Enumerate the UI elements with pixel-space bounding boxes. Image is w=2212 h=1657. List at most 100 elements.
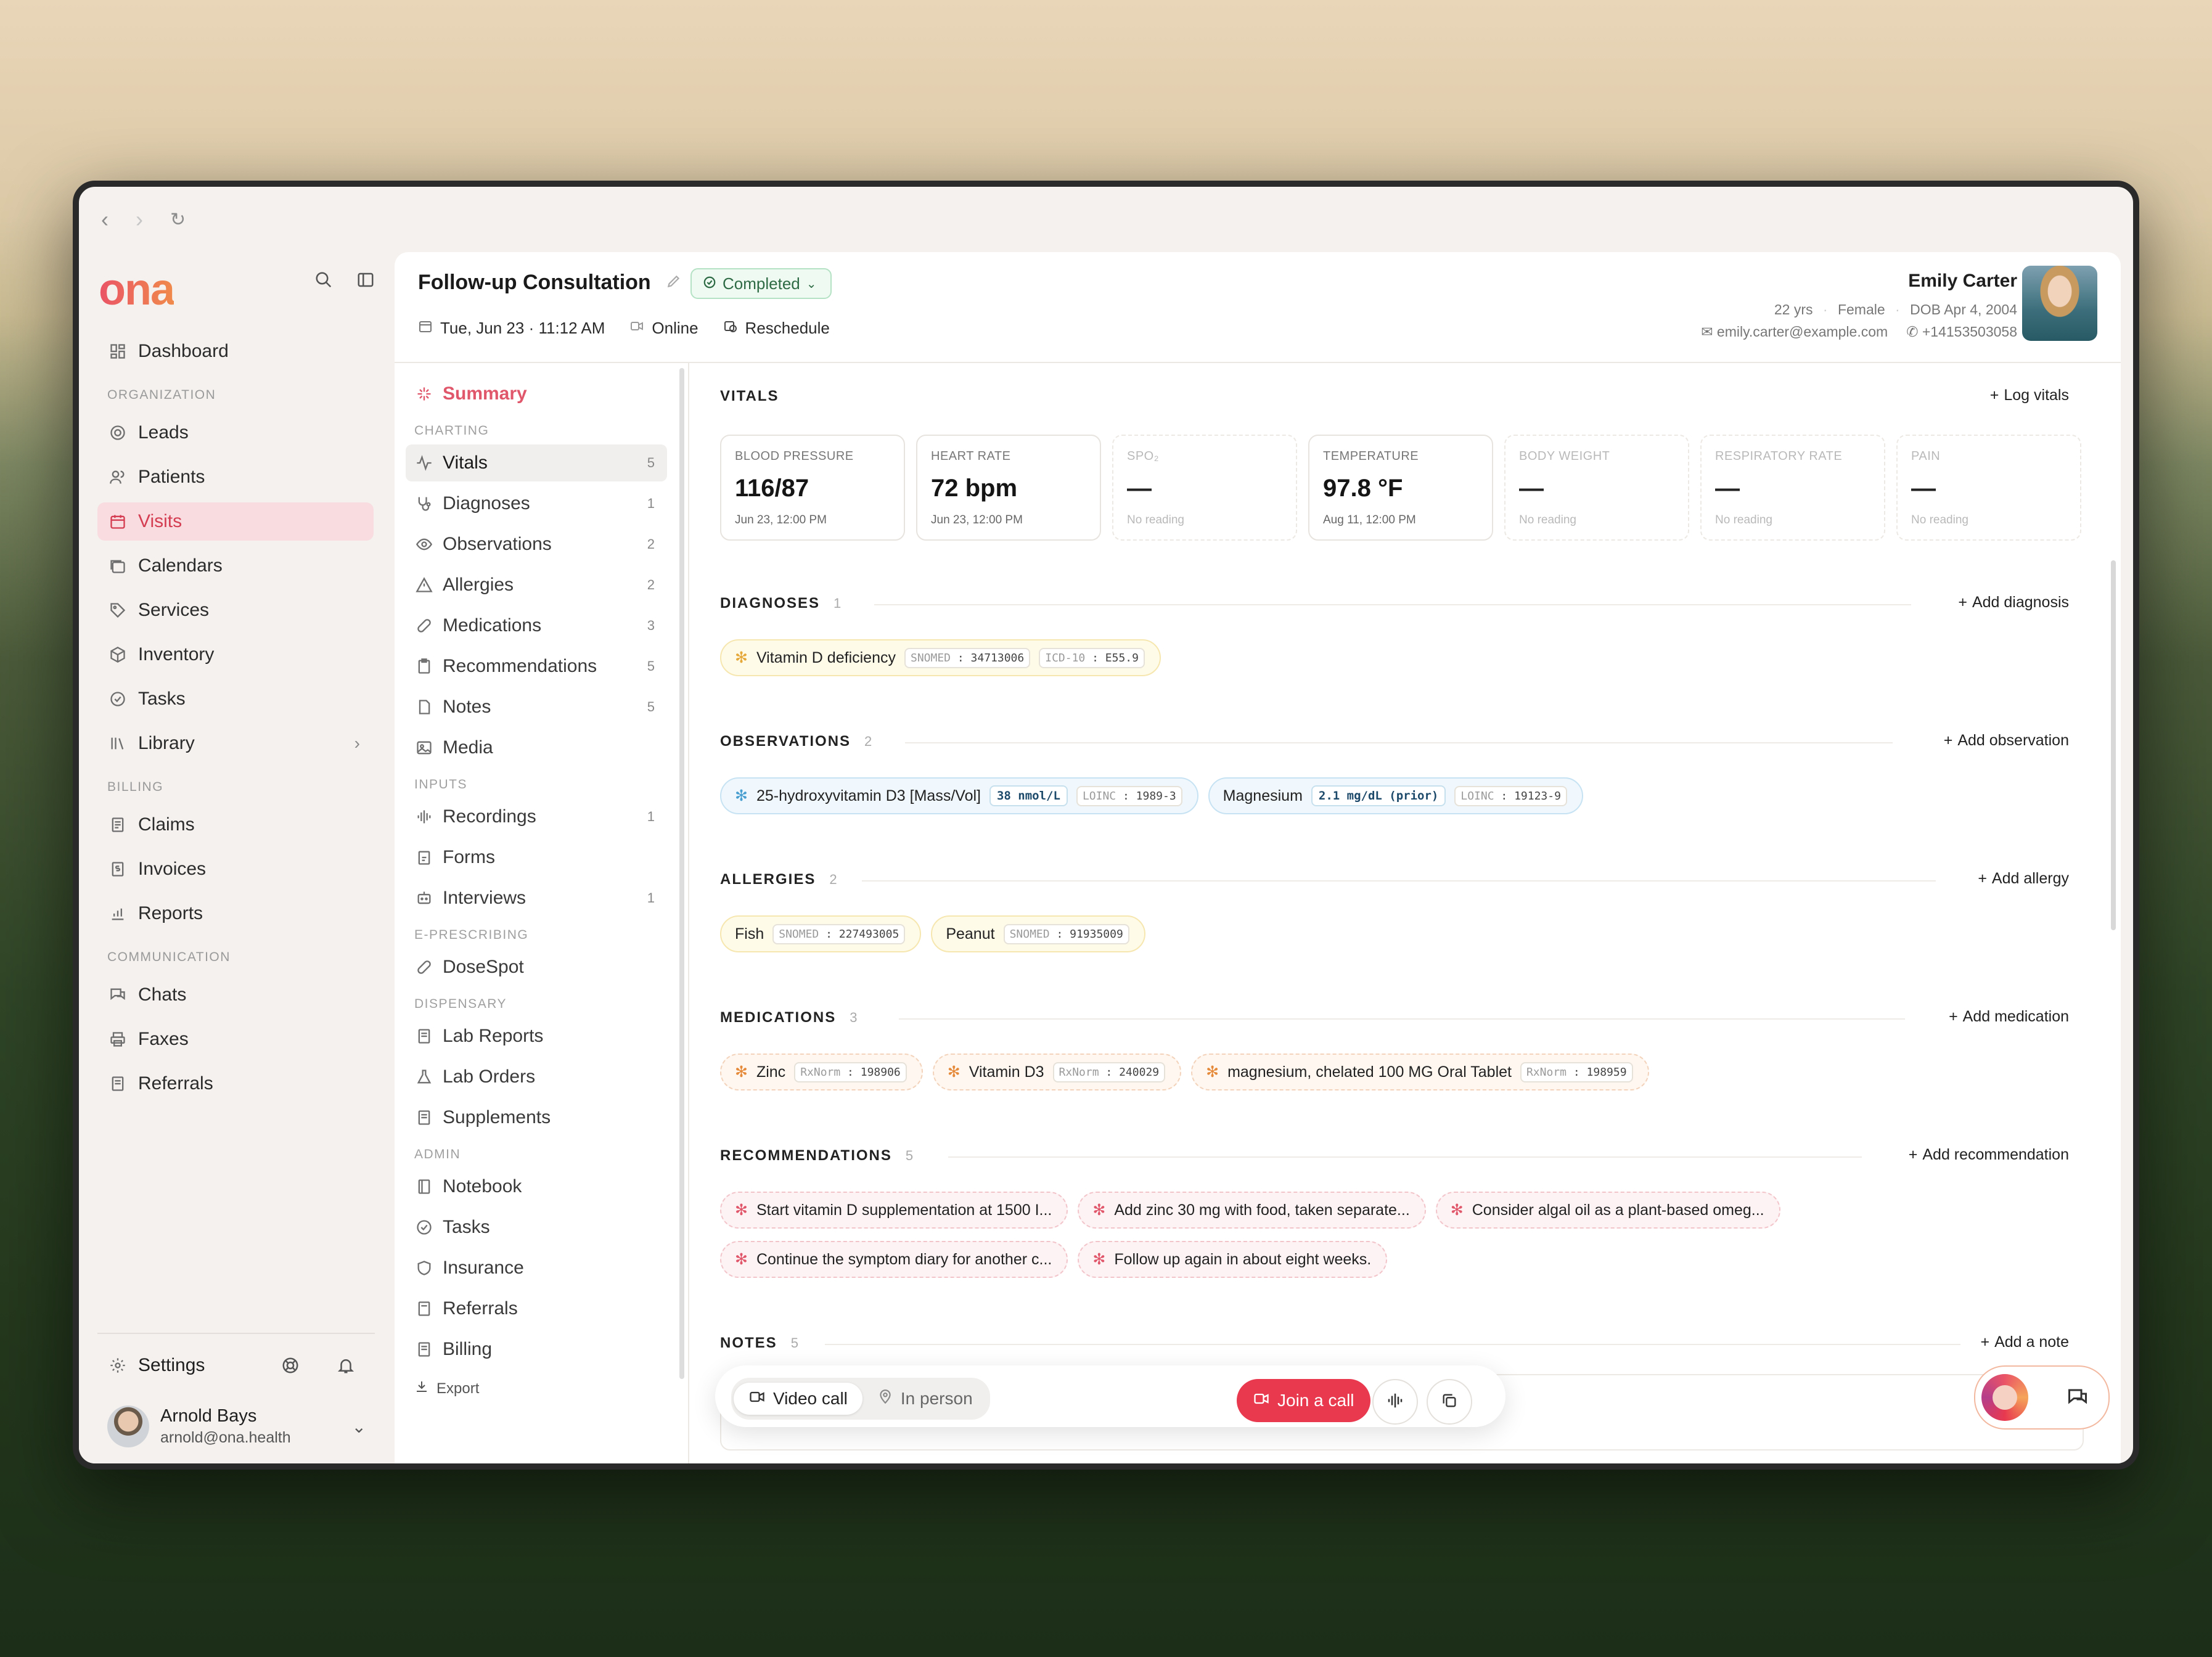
recommendation-chip[interactable]: ✻ Continue the symptom diary for another… xyxy=(720,1241,1068,1278)
vital-timestamp: No reading xyxy=(1519,513,1576,526)
nav-faxes[interactable]: Faxes xyxy=(97,1020,374,1058)
add-note-button[interactable]: + Add a note xyxy=(1980,1333,2069,1351)
nav-calendars[interactable]: Calendars xyxy=(97,547,374,585)
nav-patients[interactable]: Patients xyxy=(97,458,374,496)
section-title: OBSERVATIONS xyxy=(720,733,851,750)
nav-reports[interactable]: Reports xyxy=(97,894,374,933)
bell-icon[interactable] xyxy=(335,1355,356,1376)
subnav-dosespot[interactable]: DoseSpot xyxy=(406,949,667,986)
add-observation-button[interactable]: + Add observation xyxy=(1944,732,2069,750)
subnav-allergies[interactable]: Allergies 2 xyxy=(406,567,667,603)
vital-card-spo2[interactable]: SPO₂ — No reading xyxy=(1112,435,1297,541)
subnav-vitals[interactable]: Vitals 5 xyxy=(406,444,667,481)
subnav-interviews[interactable]: Interviews 1 xyxy=(406,880,667,917)
add-recommendation-button[interactable]: + Add recommendation xyxy=(1909,1146,2069,1164)
vital-card-heart-rate[interactable]: HEART RATE 72 bpm Jun 23, 12:00 PM xyxy=(916,435,1101,541)
recommendation-chip[interactable]: ✻ Add zinc 30 mg with food, taken separa… xyxy=(1078,1192,1426,1229)
subnav-observations[interactable]: Observations 2 xyxy=(406,526,667,563)
nav-dashboard[interactable]: Dashboard xyxy=(97,332,374,370)
video-call-option[interactable]: Video call xyxy=(734,1383,862,1415)
subnav-tasks[interactable]: Tasks xyxy=(406,1209,667,1246)
nav-visits[interactable]: Visits xyxy=(97,502,374,541)
subnav-forms[interactable]: Forms xyxy=(406,839,667,876)
add-medication-button[interactable]: + Add medication xyxy=(1949,1008,2069,1026)
allergy-chip[interactable]: Peanut SNOMED : 91935009 xyxy=(931,915,1145,952)
copy-button[interactable] xyxy=(1427,1379,1472,1425)
recommendations-heading: RECOMMENDATIONS 5 xyxy=(720,1147,913,1164)
log-vitals-button[interactable]: + Log vitals xyxy=(1990,387,2069,404)
recommendation-chip[interactable]: ✻ Follow up again in about eight weeks. xyxy=(1078,1241,1388,1278)
nav-services[interactable]: Services xyxy=(97,591,374,629)
nav-label: Dashboard xyxy=(138,341,229,361)
scrollbar[interactable] xyxy=(2111,560,2116,930)
subnav-notebook[interactable]: Notebook xyxy=(406,1168,667,1205)
nav-leads[interactable]: Leads xyxy=(97,414,374,452)
subnav-notes[interactable]: Notes 5 xyxy=(406,689,667,726)
patient-name[interactable]: Emily Carter xyxy=(1908,271,2017,292)
assistant-orb-icon[interactable] xyxy=(1981,1374,2028,1421)
patient-email[interactable]: emily.carter@example.com xyxy=(1717,324,1888,340)
reload-icon[interactable]: ↻ xyxy=(170,209,186,231)
subnav-lab-reports[interactable]: Lab Reports xyxy=(406,1018,667,1055)
vital-card-pain[interactable]: PAIN — No reading xyxy=(1896,435,2081,541)
forward-icon[interactable]: › xyxy=(136,207,143,232)
recommendation-chip[interactable]: ✻ Start vitamin D supplementation at 150… xyxy=(720,1192,1068,1229)
subnav-recordings[interactable]: Recordings 1 xyxy=(406,798,667,835)
nav-referrals[interactable]: Referrals xyxy=(97,1065,374,1103)
subnav-label: Forms xyxy=(443,847,495,867)
subnav-referrals[interactable]: Referrals xyxy=(406,1290,667,1327)
chip-label: 25-hydroxyvitamin D3 [Mass/Vol] xyxy=(756,787,981,804)
subnav-lab-orders[interactable]: Lab Orders xyxy=(406,1058,667,1095)
user-menu[interactable]: Arnold Bays arnold@ona.health ⌄ xyxy=(97,1405,375,1447)
join-call-button[interactable]: Join a call xyxy=(1237,1379,1370,1422)
nav-inventory[interactable]: Inventory xyxy=(97,636,374,674)
chevron-down-icon[interactable]: ⌄ xyxy=(352,1417,375,1437)
diagnoses-heading: DIAGNOSES 1 xyxy=(720,595,841,612)
messages-icon[interactable] xyxy=(2067,1386,2089,1412)
export-button[interactable]: Export xyxy=(406,1379,667,1398)
audio-record-button[interactable] xyxy=(1372,1379,1418,1425)
vital-card-respiratory-rate[interactable]: RESPIRATORY RATE — No reading xyxy=(1700,435,1885,541)
nav-tasks[interactable]: Tasks xyxy=(97,680,374,718)
observation-chip[interactable]: ✻ 25-hydroxyvitamin D3 [Mass/Vol] 38 nmo… xyxy=(720,777,1198,814)
vital-value: — xyxy=(1911,475,1936,502)
help-icon[interactable] xyxy=(280,1355,301,1376)
subnav-insurance[interactable]: Insurance xyxy=(406,1250,667,1287)
nav-library[interactable]: Library › xyxy=(97,724,374,763)
medication-chip[interactable]: ✻ Zinc RxNorm : 198906 xyxy=(720,1054,923,1090)
sidebar-toggle-icon[interactable] xyxy=(356,271,375,289)
settings-link[interactable]: Settings xyxy=(138,1355,205,1376)
allergy-chip[interactable]: Fish SNOMED : 227493005 xyxy=(720,915,922,952)
vital-card-blood-pressure[interactable]: BLOOD PRESSURE 116/87 Jun 23, 12:00 PM xyxy=(720,435,905,541)
nav-claims[interactable]: Claims xyxy=(97,806,374,844)
add-diagnosis-button[interactable]: + Add diagnosis xyxy=(1958,594,2069,612)
subnav-media[interactable]: Media xyxy=(406,729,667,766)
subnav-billing[interactable]: Billing xyxy=(406,1331,667,1368)
in-person-option[interactable]: In person xyxy=(862,1383,988,1415)
reschedule-button[interactable]: Reschedule xyxy=(723,319,830,338)
status-badge[interactable]: Completed ⌄ xyxy=(690,268,832,299)
subnav-medications[interactable]: Medications 3 xyxy=(406,607,667,644)
medication-chip[interactable]: ✻ magnesium, chelated 100 MG Oral Tablet… xyxy=(1191,1054,1649,1090)
diagnosis-chip[interactable]: ✻ Vitamin D deficiency SNOMED : 34713006… xyxy=(720,639,1161,676)
back-icon[interactable]: ‹ xyxy=(101,207,109,232)
add-allergy-button[interactable]: + Add allergy xyxy=(1978,870,2069,888)
nav-chats[interactable]: Chats xyxy=(97,976,374,1014)
assistant-widget[interactable] xyxy=(1974,1365,2110,1430)
nav-invoices[interactable]: Invoices xyxy=(97,850,374,888)
vital-card-body-weight[interactable]: BODY WEIGHT — No reading xyxy=(1504,435,1689,541)
vital-card-temperature[interactable]: TEMPERATURE 97.8 °F Aug 11, 12:00 PM xyxy=(1308,435,1493,541)
patient-phone[interactable]: +14153503058 xyxy=(1922,324,2017,340)
recommendation-chip[interactable]: ✻ Consider algal oil as a plant-based om… xyxy=(1435,1192,1780,1229)
search-icon[interactable] xyxy=(314,271,333,289)
subnav-recommendations[interactable]: Recommendations 5 xyxy=(406,648,667,685)
subnav-diagnoses[interactable]: Diagnoses 1 xyxy=(406,485,667,522)
scrollbar[interactable] xyxy=(679,368,684,1379)
medication-chip[interactable]: ✻ Vitamin D3 RxNorm : 240029 xyxy=(932,1054,1182,1090)
section-count: 3 xyxy=(850,1010,858,1025)
patient-photo[interactable] xyxy=(2022,266,2097,341)
subnav-supplements[interactable]: Supplements xyxy=(406,1099,667,1136)
subnav-summary[interactable]: Summary xyxy=(406,375,667,412)
edit-icon[interactable] xyxy=(666,273,682,292)
observation-chip[interactable]: Magnesium 2.1 mg/dL (prior) LOINC : 1912… xyxy=(1208,777,1583,814)
